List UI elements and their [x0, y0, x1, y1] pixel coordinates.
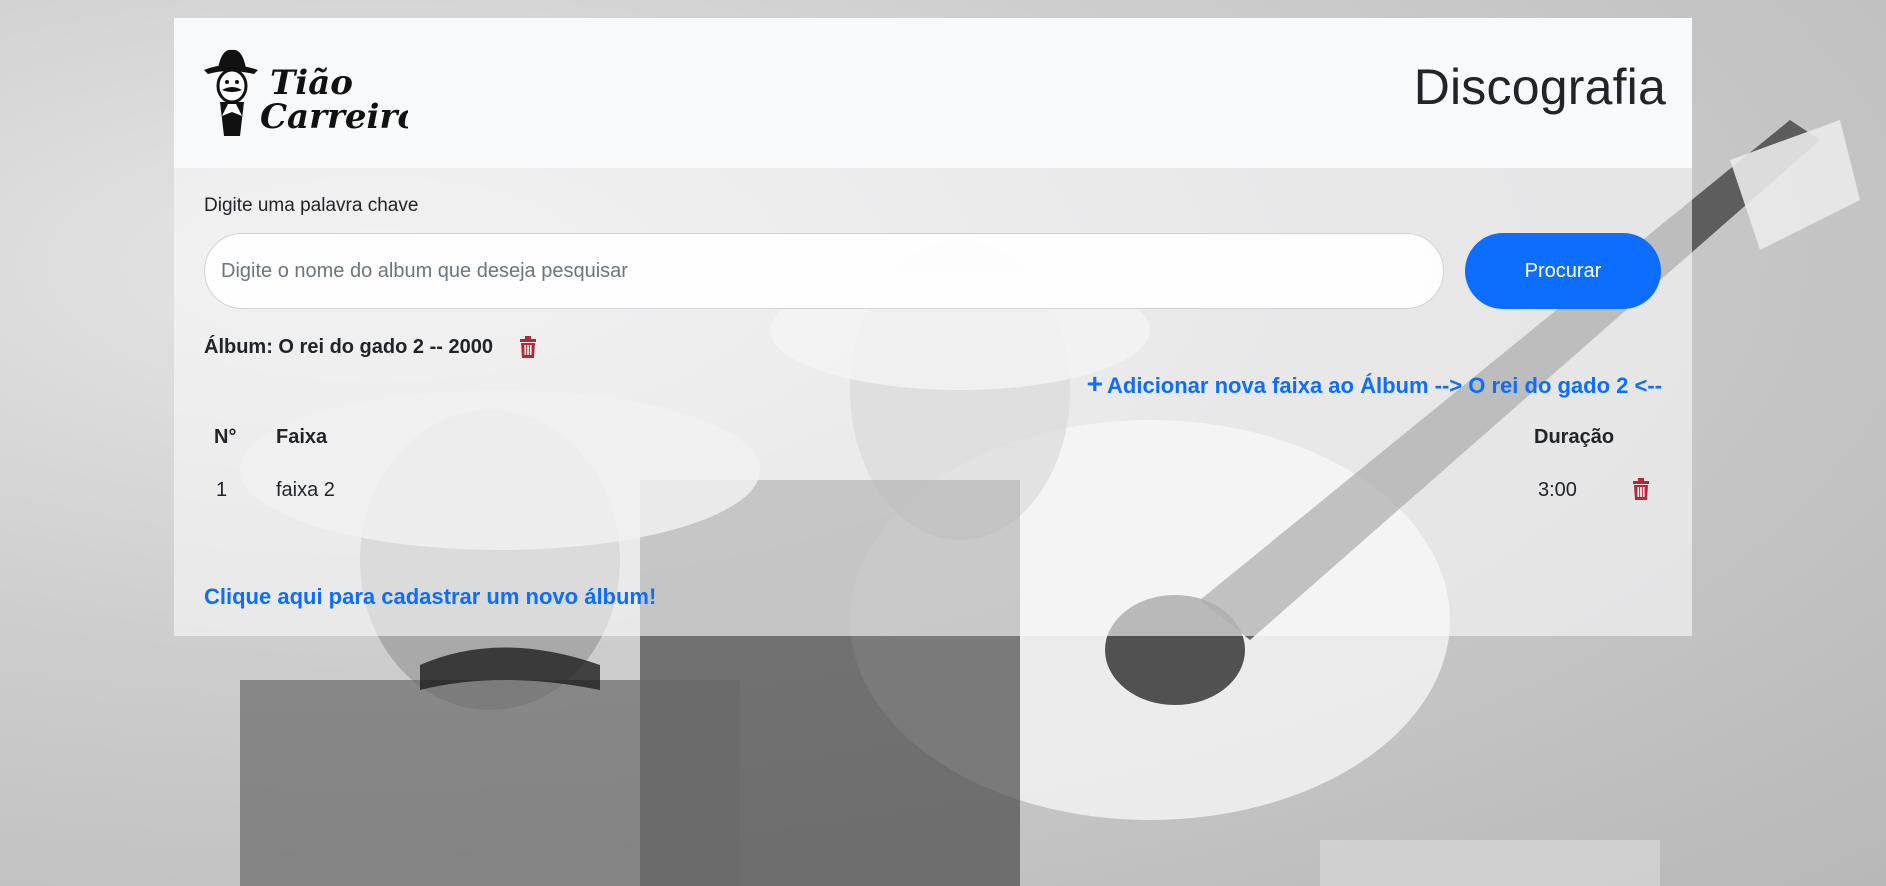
table-header-number: N°	[214, 426, 237, 448]
search-label: Digite uma palavra chave	[204, 195, 419, 216]
card-header: Tião Carreiro Discografia	[174, 18, 1692, 168]
tiao-carreiro-logo: Tião Carreiro	[204, 49, 408, 137]
track-number: 1	[216, 479, 228, 501]
discography-card: Tião Carreiro Discografia Digite uma pal…	[174, 18, 1692, 636]
track-name: faixa 2	[276, 479, 335, 501]
track-duration: 3:00	[1538, 479, 1577, 501]
delete-track-trash-icon[interactable]	[1632, 478, 1650, 500]
svg-text:Carreiro: Carreiro	[260, 97, 408, 137]
album-title: Álbum: O rei do gado 2 -- 2000	[204, 336, 493, 358]
delete-album-trash-icon[interactable]	[519, 336, 537, 358]
plus-icon: +	[1086, 368, 1104, 399]
new-album-link[interactable]: Clique aqui para cadastrar um novo álbum…	[204, 584, 656, 610]
table-header-duration: Duração	[1534, 426, 1615, 448]
table-header-track: Faixa	[276, 426, 328, 448]
search-button[interactable]: Procurar	[1465, 233, 1661, 309]
search-input[interactable]	[204, 233, 1444, 309]
add-track-label: Adicionar nova faixa ao Álbum --> O rei …	[1107, 373, 1662, 398]
add-track-link[interactable]: + Adicionar nova faixa ao Álbum --> O rei…	[1087, 368, 1662, 400]
page-title: Discografia	[1413, 59, 1666, 115]
